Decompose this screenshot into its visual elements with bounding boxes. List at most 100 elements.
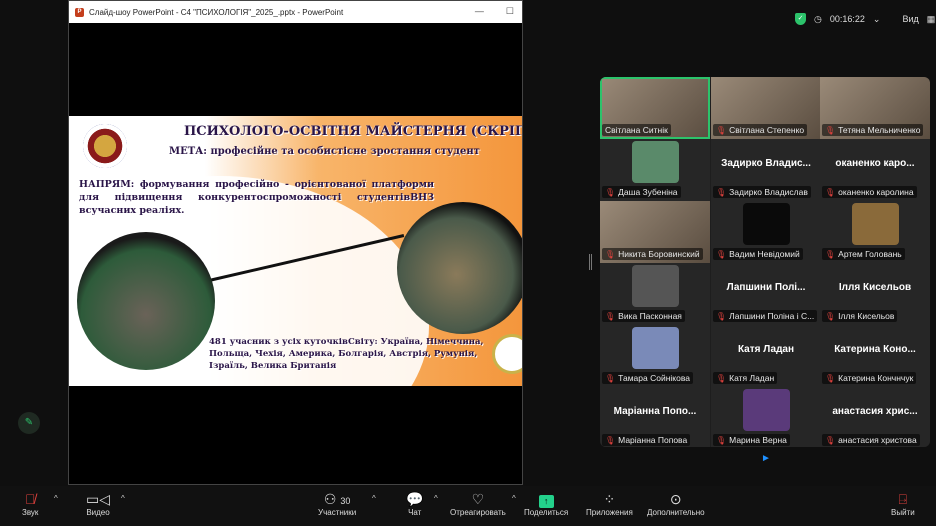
slide: ПСИХОЛОГО-ОСВІТНЯ МАЙСТЕРНЯ (СКРІПКА МЕТ…	[69, 116, 522, 386]
participants-options-caret[interactable]: ^	[372, 494, 376, 503]
participant-name-label: 🎙 Никита Боровинский	[602, 248, 703, 260]
participant-tile[interactable]: 🎙 Тетяна Мельниченко	[820, 77, 930, 139]
participant-display-name: Катерина Коно...	[834, 344, 916, 355]
participant-tile[interactable]: 🎙 Даша Зубеніна	[600, 139, 710, 201]
university-emblem	[83, 124, 127, 168]
splitter-handle[interactable]	[589, 254, 592, 270]
participant-name: анастасия христова	[838, 435, 917, 445]
chat-label: Чат	[408, 508, 422, 517]
participant-name-label: 🎙 Марина Верна	[713, 434, 790, 446]
chat-options-caret[interactable]: ^	[434, 494, 438, 503]
annotate-pencil-icon[interactable]: ✎	[18, 412, 40, 434]
participant-avatar	[632, 327, 679, 369]
chat-icon: 💬	[406, 491, 424, 507]
participant-avatar	[632, 141, 679, 183]
powerpoint-icon: P	[75, 7, 84, 17]
participant-tile[interactable]: анастасия хрис... 🎙 анастасия христова	[820, 387, 930, 447]
participant-name-label: 🎙 оканенко каролина	[822, 186, 917, 198]
maximize-button[interactable]: ☐	[506, 6, 514, 17]
mic-muted-icon: 🎙	[605, 187, 616, 197]
share-arrow-icon: ↑	[538, 495, 554, 508]
participants-label: Участники	[318, 508, 357, 517]
view-button[interactable]: Вид	[902, 14, 918, 24]
participant-tile[interactable]: Катерина Коно... 🎙 Катерина Кончнчук	[820, 325, 930, 387]
more-dots-icon: ⊙	[669, 491, 682, 507]
participant-name-label: 🎙 Даша Зубеніна	[602, 186, 681, 198]
participants-button[interactable]: ⚇ 30 Участники	[318, 490, 356, 517]
camera-icon: ▭◁	[86, 491, 110, 507]
meeting-timer[interactable]: 00:16:22	[830, 14, 865, 24]
chevron-down-icon[interactable]: ⌄	[873, 14, 881, 25]
participant-name-label: 🎙 Маріанна Попова	[602, 434, 691, 446]
minimize-button[interactable]: —	[475, 6, 484, 17]
participant-tile[interactable]: Ілля Кисельов 🎙 Ілля Кисельов	[820, 263, 930, 325]
slide-participants-text: 481 учасник з усіх куточківСвіту: Україн…	[209, 337, 484, 371]
participant-name: Даша Зубеніна	[618, 187, 678, 197]
mic-muted-icon: 🎙	[825, 249, 836, 259]
participant-tile[interactable]: 🎙 Артем Головань	[820, 201, 930, 263]
participant-name: Катя Ладан	[729, 373, 775, 383]
mic-muted-icon: 🎙	[605, 249, 616, 259]
window-title: Слайд-шоу PowerPoint - С4 "ПСИХОЛОГІЯ"_2…	[89, 7, 344, 17]
participant-name-label: 🎙 анастасия христова	[822, 434, 920, 446]
react-button[interactable]: ♡ Отреагировать	[450, 490, 506, 517]
mic-muted-icon: 🎙	[716, 373, 727, 383]
participant-name-label: 🎙 Ілля Кисельов	[822, 310, 898, 322]
encryption-shield-icon[interactable]: ✓	[795, 13, 806, 25]
participant-avatar	[743, 389, 790, 431]
participant-tile[interactable]: 🎙 Вика Пасконная	[600, 263, 710, 325]
more-button[interactable]: ⊙ Дополнительно	[647, 490, 705, 517]
participant-tile[interactable]: 🎙 Тамара Сойнікова	[600, 325, 710, 387]
audio-button[interactable]: 🎙̸ Звук	[22, 490, 38, 517]
participants-count: 30	[340, 496, 351, 506]
next-page-arrow-icon[interactable]: ►	[761, 453, 771, 464]
participant-tile[interactable]: Задирко Владис... 🎙 Задирко Владислав	[711, 139, 821, 201]
mic-muted-icon: 🎙	[716, 125, 727, 135]
powerpoint-window: P Слайд-шоу PowerPoint - С4 "ПСИХОЛОГІЯ"…	[68, 0, 523, 485]
video-label: Видео	[86, 508, 110, 517]
participant-name-label: 🎙 Задирко Владислав	[713, 186, 811, 198]
participant-tile[interactable]: 🎙 Світлана Степенко	[711, 77, 821, 139]
apps-button[interactable]: ⁘ Приложения	[586, 490, 633, 517]
video-options-caret[interactable]: ^	[121, 494, 125, 503]
mic-muted-icon: 🎙	[825, 373, 836, 383]
react-options-caret[interactable]: ^	[512, 494, 516, 503]
participant-name: Лапшини Поліна і С...	[729, 311, 815, 321]
participant-display-name: анастасия хрис...	[832, 406, 918, 417]
audio-options-caret[interactable]: ^	[54, 494, 58, 503]
participant-tile[interactable]: Маріанна Попо... 🎙 Маріанна Попова	[600, 387, 710, 447]
participant-tile[interactable]: оканенко каро... 🎙 оканенко каролина	[820, 139, 930, 201]
participant-tile[interactable]: Лапшини Полі... 🎙 Лапшини Поліна і С...	[711, 263, 821, 325]
react-label: Отреагировать	[450, 508, 506, 517]
mic-muted-icon: 🎙	[825, 125, 836, 135]
meeting-toolbar: 🎙̸ Звук ^ ▭◁ Видео ^ ⚇ 30 Участники ^ 💬 Чат …	[0, 486, 936, 526]
chat-button[interactable]: 💬 Чат	[406, 490, 423, 517]
audio-label: Звук	[22, 508, 39, 517]
participant-name: Артем Головань	[838, 249, 902, 259]
participant-name: Маріанна Попова	[618, 435, 688, 445]
video-button[interactable]: ▭◁ Видео	[86, 490, 110, 517]
participant-tile[interactable]: 🎙 Никита Боровинский	[600, 201, 710, 263]
participant-tile[interactable]: Катя Ладан 🎙 Катя Ладан	[711, 325, 821, 387]
participant-name: Никита Боровинский	[618, 249, 700, 259]
leave-label: Выйти	[891, 508, 915, 517]
participant-name-label: 🎙 Світлана Степенко	[713, 124, 808, 136]
slide-goal: МЕТА: професійне та особистісне зростанн…	[169, 146, 480, 157]
participant-tile[interactable]: 🎙 Марина Верна	[711, 387, 821, 447]
participant-avatar	[743, 203, 790, 245]
participant-display-name: Катя Ладан	[737, 344, 795, 355]
mic-muted-icon: 🎙	[716, 187, 727, 197]
mic-muted-icon: 🎙	[825, 435, 836, 445]
participant-name: оканенко каролина	[838, 187, 914, 197]
grid-view-icon[interactable]: ▦	[927, 14, 936, 25]
leave-button[interactable]: ⍈ Выйти	[891, 490, 915, 517]
participant-tile[interactable]: 🎙 Вадим Невідомий	[711, 201, 821, 263]
participant-name: Світлана Ситнік	[605, 125, 668, 135]
participant-tile[interactable]: Світлана Ситнік	[600, 77, 710, 139]
window-title-bar: P Слайд-шоу PowerPoint - С4 "ПСИХОЛОГІЯ"…	[69, 1, 522, 23]
participant-display-name: оканенко каро...	[835, 158, 915, 169]
share-button[interactable]: ↑ Поделиться	[524, 490, 568, 517]
participant-name: Задирко Владислав	[729, 187, 808, 197]
slide-title: ПСИХОЛОГО-ОСВІТНЯ МАЙСТЕРНЯ (СКРІПКА	[184, 124, 522, 139]
participant-avatar	[632, 265, 679, 307]
